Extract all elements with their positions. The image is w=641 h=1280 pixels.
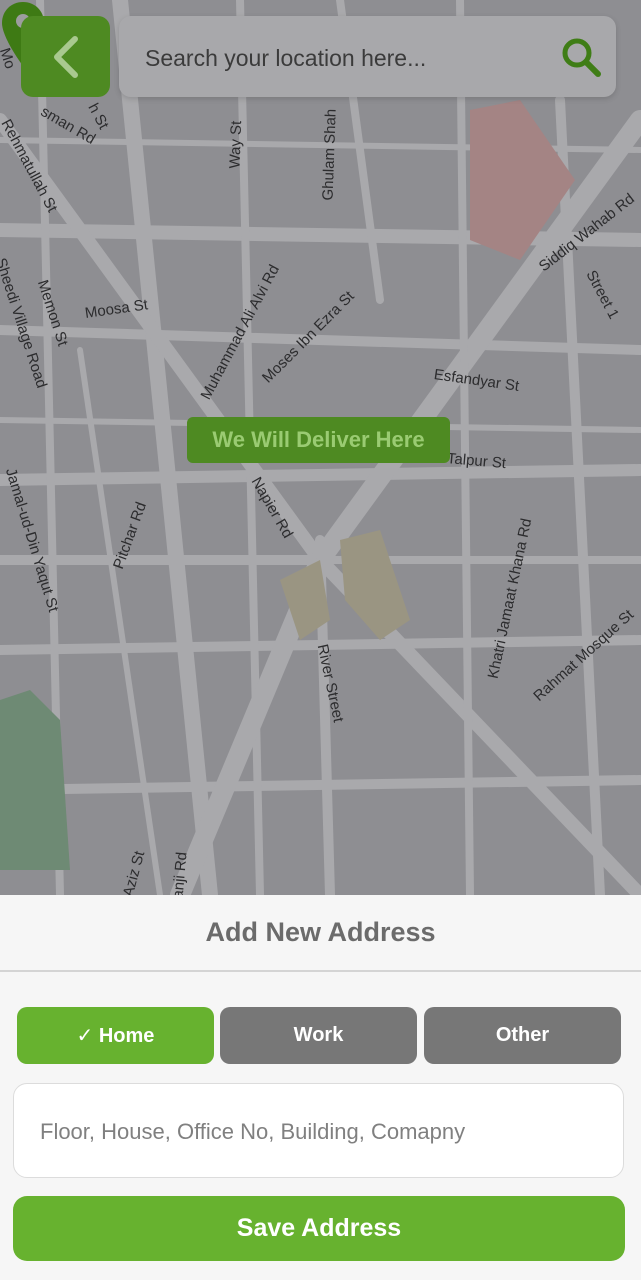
- search-input[interactable]: [143, 40, 547, 76]
- address-type-work-button[interactable]: Work: [220, 1007, 417, 1064]
- save-address-button[interactable]: Save Address: [13, 1196, 625, 1261]
- deliver-here-label: We Will Deliver Here: [187, 417, 450, 463]
- search-icon[interactable]: [560, 36, 602, 78]
- street-label: anji Rd: [169, 851, 191, 895]
- street-label: Way St: [226, 120, 246, 169]
- address-field[interactable]: [13, 1083, 624, 1178]
- address-input[interactable]: [38, 1114, 602, 1150]
- back-button[interactable]: [21, 16, 110, 97]
- search-bar[interactable]: [119, 16, 616, 97]
- street-label: Ghulam Shah: [319, 108, 340, 201]
- sheet-title: Add New Address: [0, 895, 641, 972]
- address-type-home-button[interactable]: ✓ Home: [17, 1007, 214, 1064]
- chevron-left-icon: [53, 35, 78, 78]
- map-view[interactable]: Rehmatullah St Memon St Moosa St Sheedi …: [0, 0, 641, 895]
- add-address-sheet: Add New Address ✓ Home Work Other Save A…: [0, 895, 641, 1280]
- address-type-other-button[interactable]: Other: [424, 1007, 621, 1064]
